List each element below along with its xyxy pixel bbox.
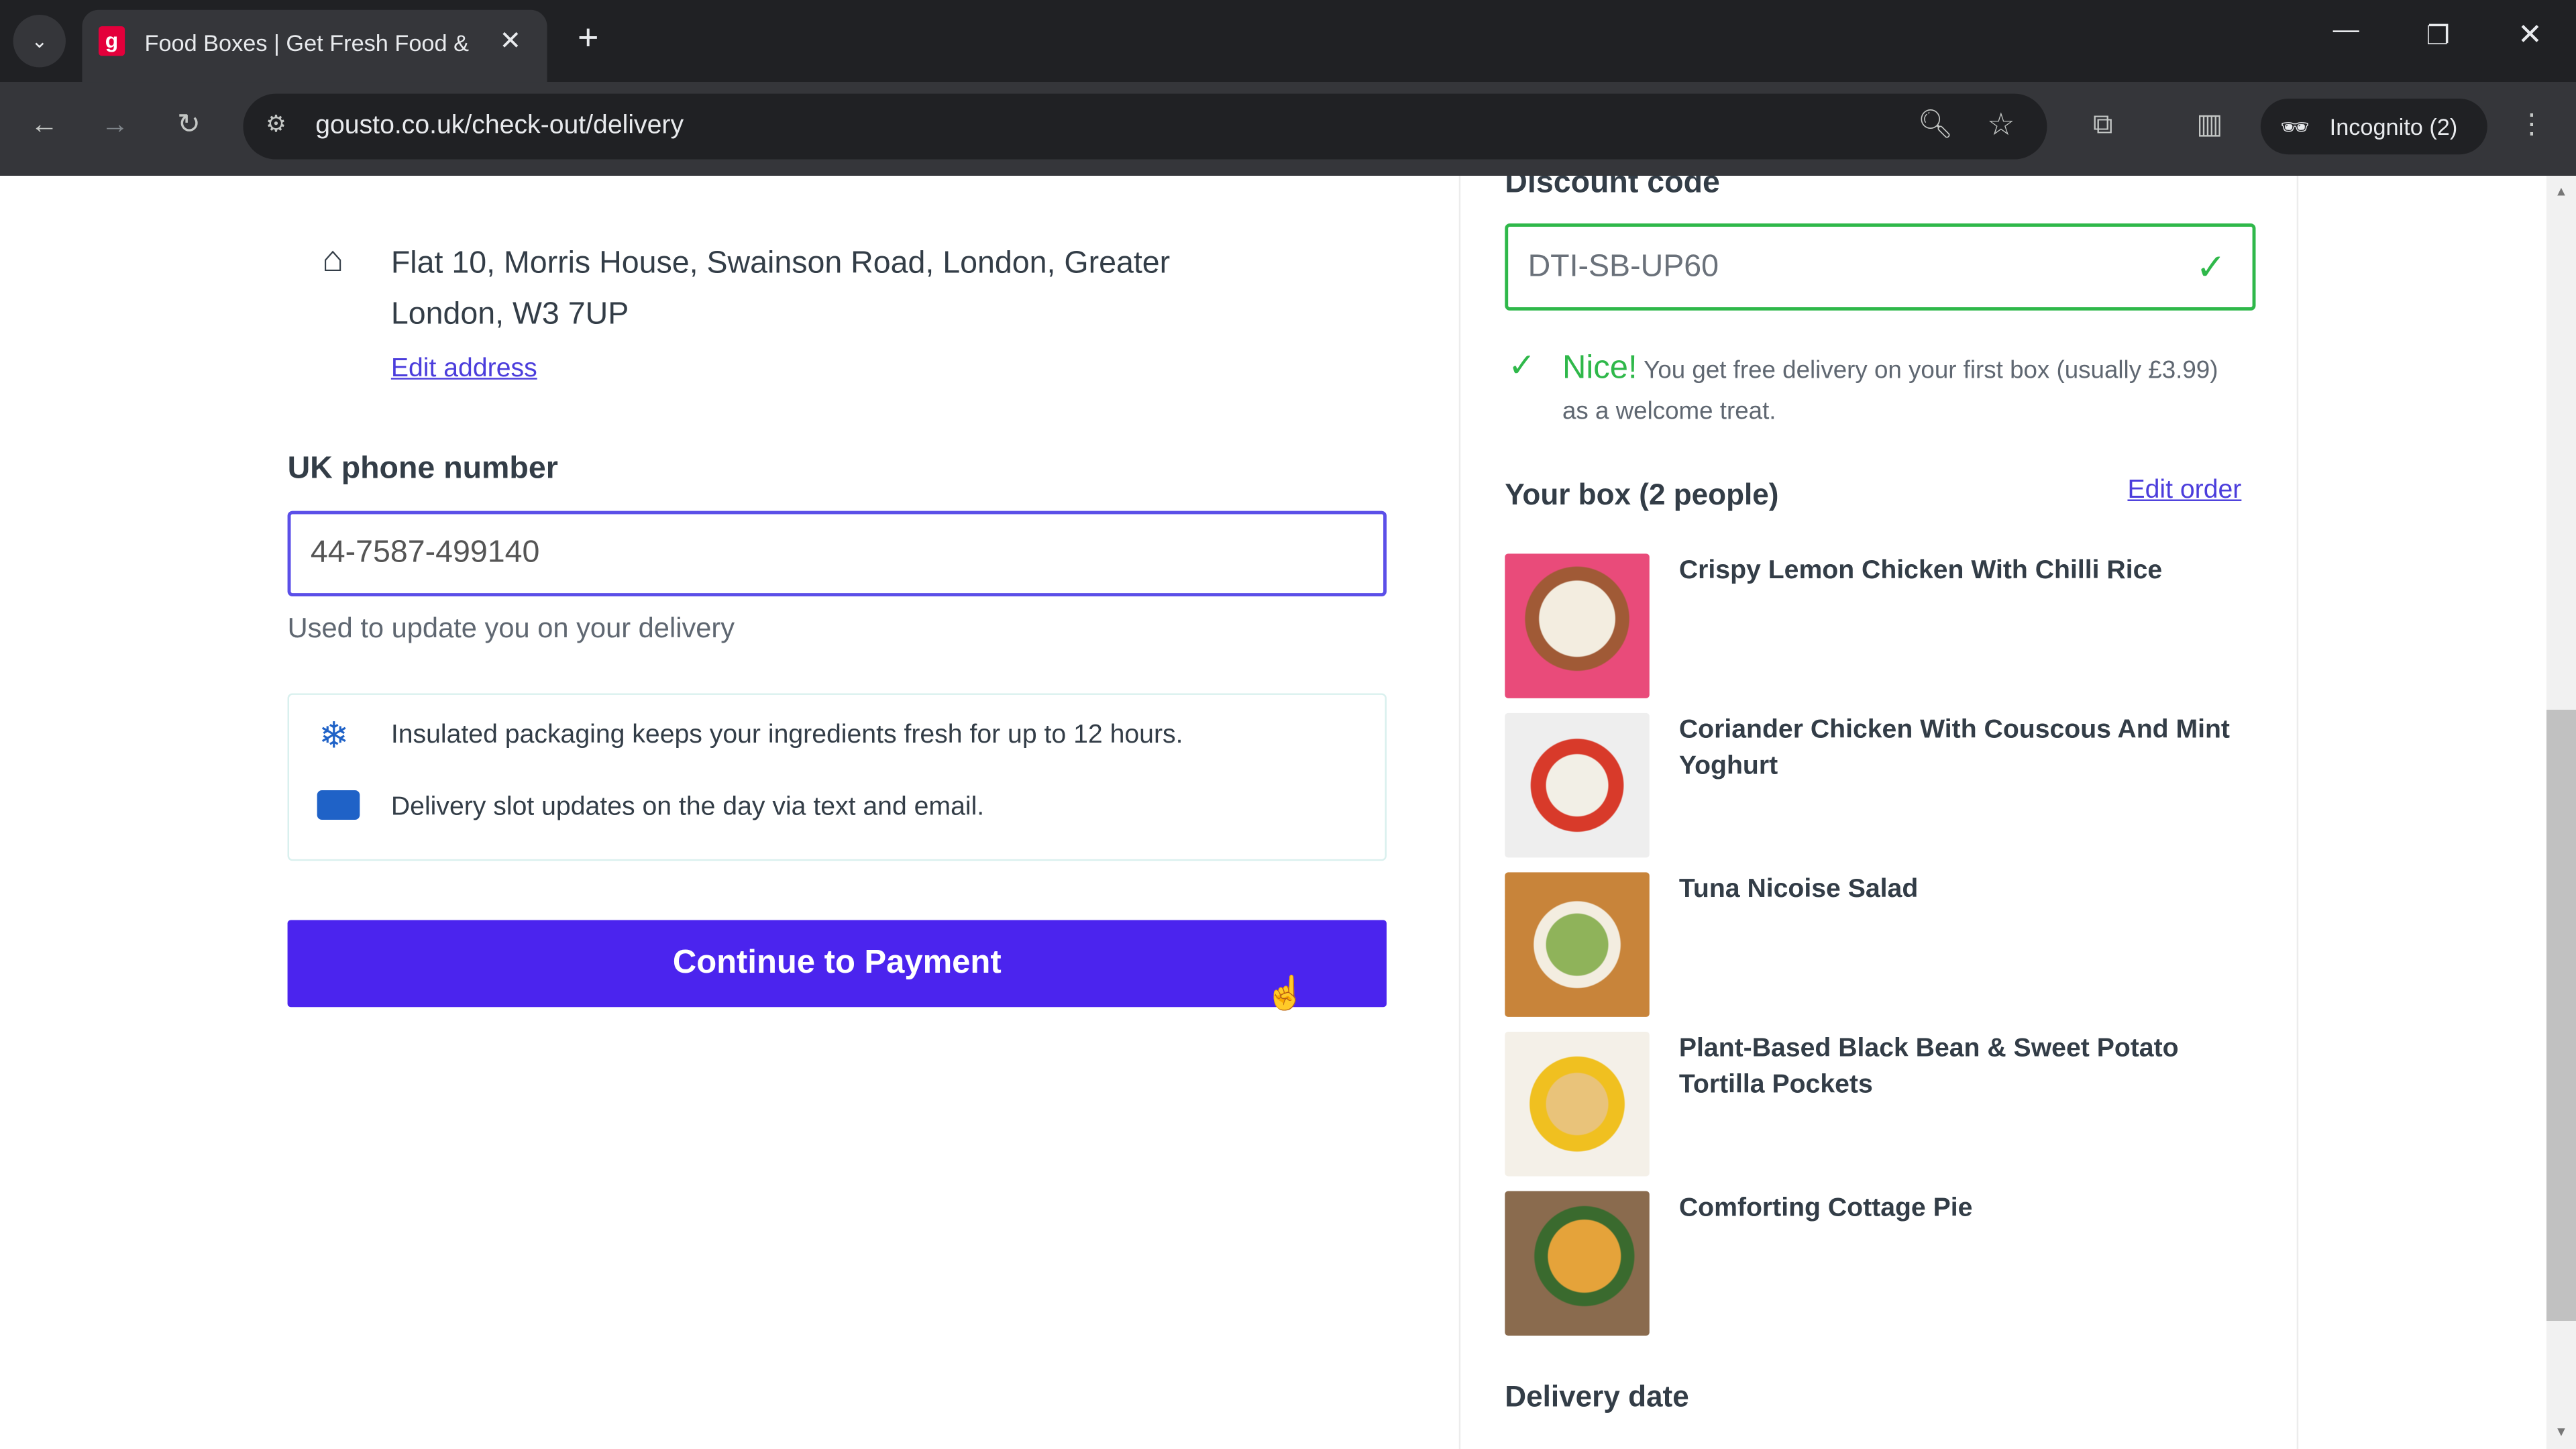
forward-icon[interactable]: → <box>92 109 138 142</box>
meal-item: Comforting Cottage Pie <box>1505 1191 2261 1336</box>
address-bar[interactable]: ⚙ gousto.co.uk/check-out/delivery 🔍︎ ☆ <box>243 93 2047 160</box>
side-panel-icon[interactable]: ▥ <box>2187 109 2233 142</box>
url-text[interactable]: gousto.co.uk/check-out/delivery <box>315 112 684 142</box>
discount-input[interactable]: DTI-SB-UP60 ✓ <box>1505 223 2256 311</box>
site-settings-icon[interactable]: ⚙ <box>253 110 299 138</box>
phone-input[interactable]: 44-7587-499140 <box>287 511 1387 596</box>
incognito-label: Incognito (2) <box>2329 113 2458 140</box>
scroll-up-icon[interactable]: ▲ <box>2555 184 2567 199</box>
extensions-icon[interactable]: ⧉ <box>2080 109 2126 142</box>
gousto-favicon-icon: g <box>98 26 125 56</box>
discount-value: DTI-SB-UP60 <box>1527 249 1719 284</box>
tab-close-icon[interactable]: ✕ <box>499 25 521 58</box>
minimize-button[interactable]: — <box>2330 16 2363 46</box>
info-packaging: Insulated packaging keeps your ingredien… <box>390 721 1183 749</box>
scrollbar-thumb[interactable] <box>2546 709 2576 1321</box>
meal-name: Coriander Chicken With Couscous And Mint… <box>1678 716 2230 781</box>
info-slot: Delivery slot updates on the day via tex… <box>390 793 985 822</box>
meal-image <box>1505 1191 1650 1336</box>
meal-item: Plant-Based Black Bean & Sweet Potato To… <box>1505 1031 2261 1177</box>
restore-button[interactable]: ❐ <box>2422 19 2455 52</box>
delivery-date-label: Delivery date <box>1505 1380 1689 1413</box>
tab-title: Food Boxes | Get Fresh Food & <box>144 30 469 56</box>
browser-tab[interactable]: g Food Boxes | Get Fresh Food & ✕ <box>82 9 547 83</box>
back-icon[interactable]: ← <box>21 109 68 142</box>
snowflake-icon: ❄ <box>319 714 350 756</box>
meal-image <box>1505 553 1650 698</box>
box-title: Your box (2 people) <box>1505 478 1779 511</box>
page-content: ⌂ Flat 10, Morris House, Swainson Road, … <box>0 176 2576 1449</box>
new-tab-button[interactable]: + <box>568 16 608 59</box>
bookmark-star-icon[interactable]: ☆ <box>1978 107 2025 144</box>
meal-item: Crispy Lemon Chicken With Chilli Rice <box>1505 553 2261 698</box>
meal-image <box>1505 1031 1650 1177</box>
check-icon: ✓ <box>2196 246 2226 288</box>
phone-label: UK phone number <box>287 451 558 486</box>
truck-icon <box>317 790 360 820</box>
incognito-button[interactable]: 🕶︎ Incognito (2) <box>2260 98 2487 155</box>
divider <box>2296 176 2299 1449</box>
info-box: ❄ Insulated packaging keeps your ingredi… <box>287 693 1387 861</box>
meal-name: Tuna Nicoise Salad <box>1678 875 1919 904</box>
scroll-down-icon[interactable]: ▼ <box>2555 1424 2567 1439</box>
mouse-cursor-icon: ☝ <box>1265 975 1306 1012</box>
phone-hint: Used to update you on your delivery <box>287 612 735 645</box>
zoom-icon[interactable]: 🔍︎ <box>1913 109 1959 142</box>
meal-image <box>1505 872 1650 1017</box>
success-check-icon: ✓ <box>1508 348 1536 385</box>
meal-item: Coriander Chicken With Couscous And Mint… <box>1505 712 2261 858</box>
discount-success-message: Nice! You get free delivery on your firs… <box>1562 348 2236 432</box>
success-text: You get free delivery on your first box … <box>1562 356 2218 426</box>
edit-order-link[interactable]: Edit order <box>2127 476 2241 506</box>
scrollbar[interactable]: ▲ ▼ <box>2546 176 2576 1449</box>
divider <box>1458 176 1461 1449</box>
meal-name: Comforting Cottage Pie <box>1678 1194 1973 1223</box>
home-icon: ⌂ <box>322 238 344 280</box>
phone-value: 44-7587-499140 <box>310 535 540 570</box>
menu-icon[interactable]: ⋮ <box>2509 109 2555 142</box>
discount-label: Discount code <box>1505 176 1720 201</box>
continue-to-payment-button[interactable]: Continue to Payment <box>287 920 1387 1008</box>
reload-icon[interactable]: ↻ <box>166 109 212 142</box>
tab-search-button[interactable]: ⌄ <box>13 15 66 68</box>
close-window-button[interactable]: ✕ <box>2514 18 2546 52</box>
meal-image <box>1505 712 1650 858</box>
edit-address-link[interactable]: Edit address <box>391 355 537 384</box>
meal-name: Plant-Based Black Bean & Sweet Potato To… <box>1678 1034 2179 1099</box>
meal-item: Tuna Nicoise Salad <box>1505 872 2261 1017</box>
address-line-2: London, W3 7UP <box>390 297 629 332</box>
incognito-icon: 🕶︎ <box>2280 113 2310 140</box>
delivery-address: Flat 10, Morris House, Swainson Road, Lo… <box>391 238 1170 340</box>
success-title: Nice! <box>1562 350 1638 386</box>
tab-strip: ⌄ g Food Boxes | Get Fresh Food & ✕ + — … <box>0 0 2576 83</box>
address-line-1: Flat 10, Morris House, Swainson Road, Lo… <box>390 246 1171 281</box>
meal-name: Crispy Lemon Chicken With Chilli Rice <box>1678 557 2163 585</box>
